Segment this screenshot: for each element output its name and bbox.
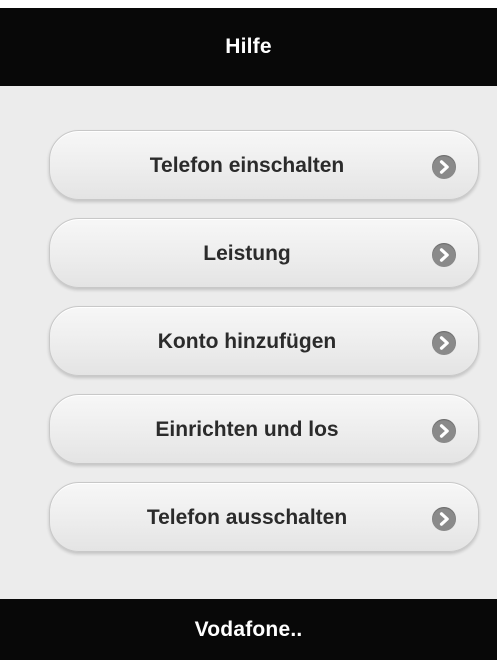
menu-item-label: Einrichten und los [155, 418, 339, 441]
menu-item-einrichten-und-los[interactable]: Einrichten und los [49, 394, 479, 464]
menu-item-label: Leistung [203, 242, 291, 265]
help-menu: Telefon einschalten Leistung Konto hinzu… [0, 86, 497, 599]
chevron-right-circle-icon [432, 243, 456, 267]
menu-item-leistung[interactable]: Leistung [49, 218, 479, 288]
menu-item-konto-hinzufuegen[interactable]: Konto hinzufügen [49, 306, 479, 376]
carrier-name: Vodafone.. [194, 617, 303, 641]
chevron-right-circle-icon [432, 507, 456, 531]
header-bar: Hilfe [0, 8, 497, 86]
menu-item-label: Telefon einschalten [149, 154, 345, 177]
menu-item-telefon-ausschalten[interactable]: Telefon ausschalten [49, 482, 479, 552]
help-screen: Hilfe Telefon einschalten Leistung Konto… [0, 0, 497, 660]
footer-bar: Vodafone.. [0, 599, 497, 660]
chevron-right-circle-icon [432, 331, 456, 355]
menu-item-label: Telefon ausschalten [146, 506, 348, 529]
page-title: Hilfe [225, 35, 272, 58]
chevron-right-circle-icon [432, 155, 456, 179]
chevron-right-circle-icon [432, 419, 456, 443]
menu-item-telefon-einschalten[interactable]: Telefon einschalten [49, 130, 479, 200]
top-strip [0, 0, 497, 8]
menu-item-label: Konto hinzufügen [157, 330, 337, 353]
